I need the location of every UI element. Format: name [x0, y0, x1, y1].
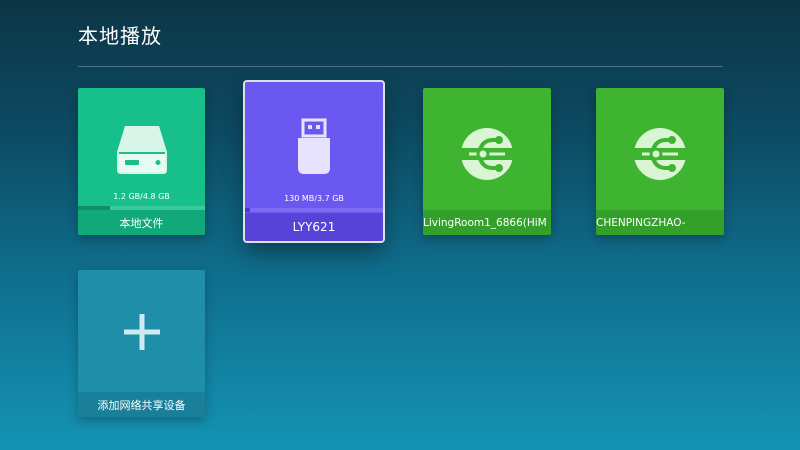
- title-divider: [78, 66, 723, 67]
- hard-drive-icon: [78, 122, 205, 178]
- tile-label: LYY621: [245, 213, 383, 241]
- capacity-bar-fill: [245, 208, 250, 212]
- tile-usb-drive[interactable]: 130 MB/3.7 GB LYY621: [243, 80, 385, 243]
- tile-network-device-chenpingzhao[interactable]: CHENPINGZHAO-: [596, 88, 724, 235]
- tile-add-network-share[interactable]: 添加网络共享设备: [78, 270, 205, 417]
- tile-label: LivingRoom1_6866(HiM: [423, 210, 551, 235]
- plus-icon: [78, 314, 205, 350]
- tile-label: 本地文件: [78, 210, 205, 235]
- tile-network-device-livingroom[interactable]: LivingRoom1_6866(HiM: [423, 88, 551, 235]
- usb-drive-icon: [245, 118, 383, 176]
- network-share-icon: [596, 126, 724, 182]
- capacity-text: 130 MB/3.7 GB: [284, 194, 344, 203]
- network-share-icon: [423, 126, 551, 182]
- page-title: 本地播放: [78, 24, 162, 48]
- tile-local-files[interactable]: 1.2 GB/4.8 GB 本地文件: [78, 88, 205, 235]
- tile-label: CHENPINGZHAO-: [596, 210, 724, 235]
- tile-label: 添加网络共享设备: [78, 392, 205, 417]
- capacity-text: 1.2 GB/4.8 GB: [113, 192, 170, 201]
- capacity-bar: [245, 208, 383, 212]
